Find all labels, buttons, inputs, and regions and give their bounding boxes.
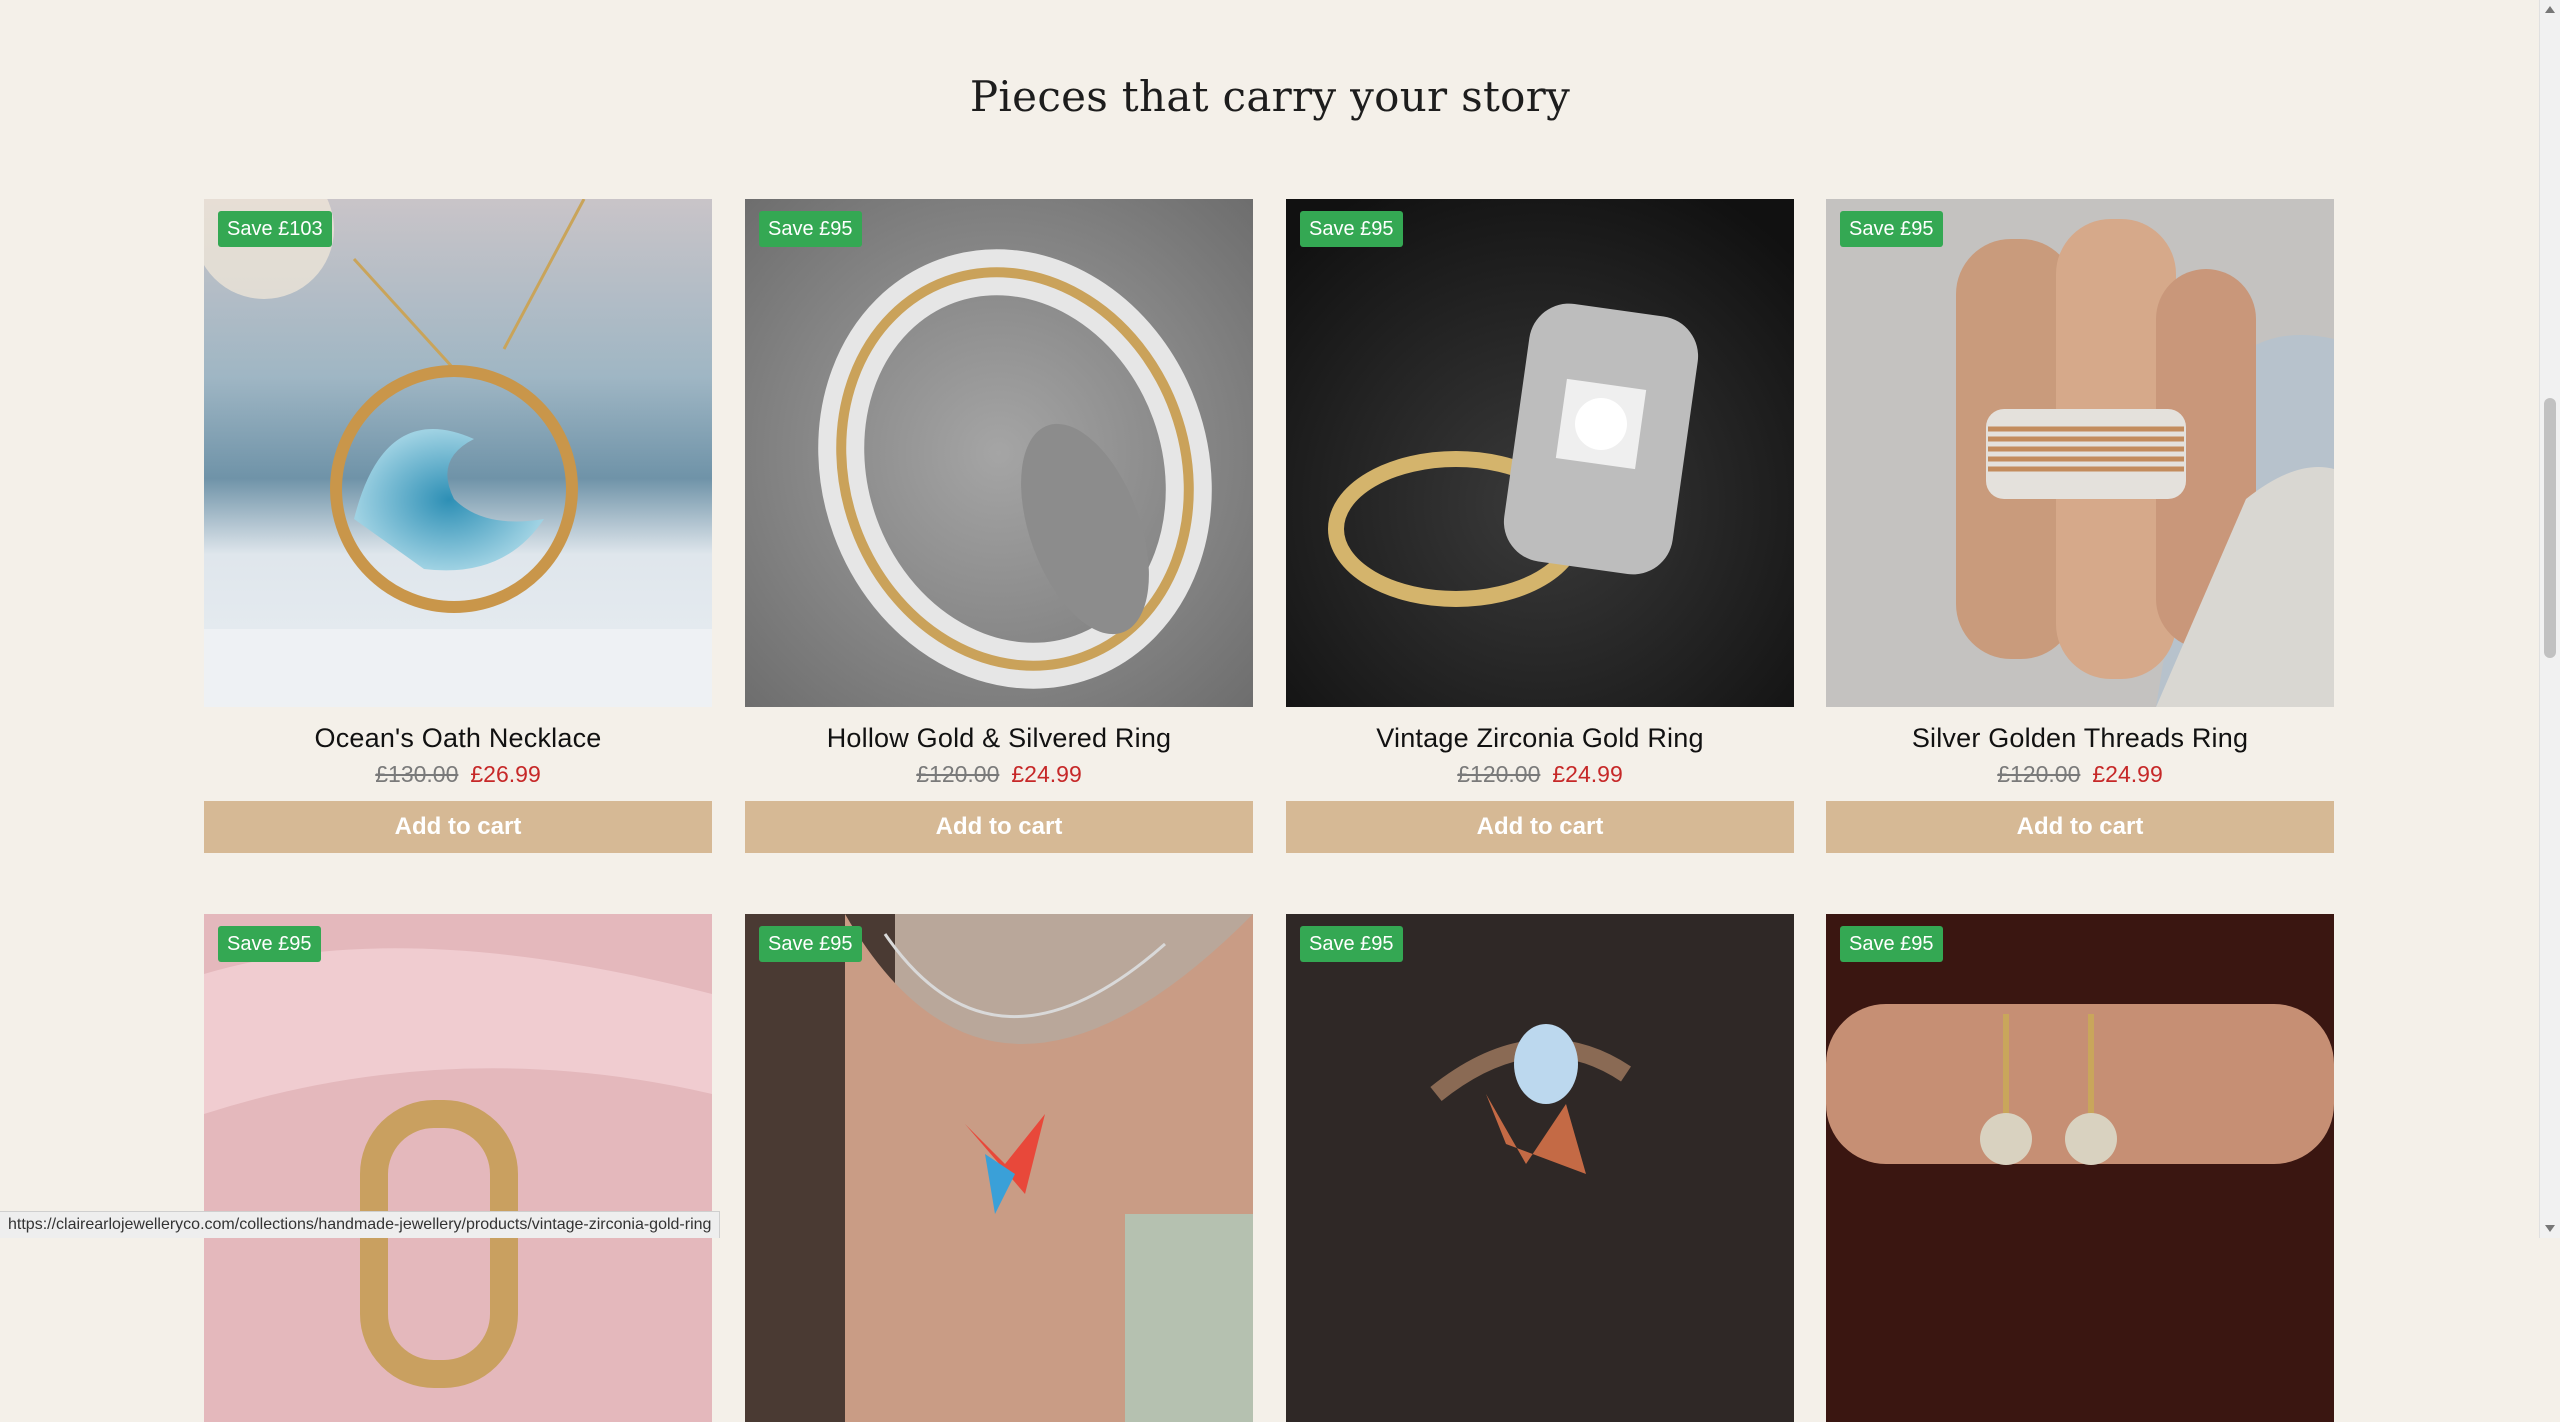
product-image-gold-band-ring[interactable]: Save £95 — [204, 914, 712, 1422]
price-row: £120.00 £24.99 — [745, 757, 1253, 791]
discount-badge: Save £95 — [1840, 211, 1943, 247]
add-to-cart-button[interactable]: Add to cart — [1826, 801, 2334, 853]
product-title[interactable]: Hollow Gold & Silvered Ring — [745, 719, 1253, 757]
scroll-up-icon[interactable] — [2545, 6, 2555, 13]
product-title[interactable]: Silver Golden Threads Ring — [1826, 719, 2334, 757]
product-image-vintage-ring[interactable]: Save £95 — [1286, 199, 1794, 707]
discount-badge: Save £95 — [218, 926, 321, 962]
product-card-hummingbird: Save £95 — [745, 914, 1253, 1422]
add-to-cart-button[interactable]: Add to cart — [1286, 801, 1794, 853]
product-card-vintage-zirconia-ring: Save £95 Vintage Zirconia Gold Ring £120… — [1286, 199, 1794, 853]
product-image-filigree-ring[interactable]: Save £95 — [745, 199, 1253, 707]
price-row: £120.00 £24.99 — [1286, 757, 1794, 791]
discount-badge: Save £103 — [218, 211, 332, 247]
product-card-oceans-oath: Save £103 Ocean's Oath Necklace £130.00 £… — [204, 199, 712, 853]
browser-status-bar: https://clairearlojewelleryco.com/collec… — [0, 1211, 721, 1238]
add-to-cart-button[interactable]: Add to cart — [745, 801, 1253, 853]
pearl-earrings-image — [1826, 914, 2334, 1422]
product-title[interactable]: Vintage Zirconia Gold Ring — [1286, 719, 1794, 757]
product-image-leaf-moonstone-ring[interactable]: Save £95 — [1286, 914, 1794, 1422]
original-price: £120.00 — [1997, 761, 2081, 787]
price-row: £120.00 £24.99 — [1826, 757, 2334, 791]
sale-price: £26.99 — [470, 761, 541, 787]
leaf-moonstone-ring-image — [1286, 914, 1794, 1422]
product-card-leaf-moonstone: Save £95 — [1286, 914, 1794, 1422]
original-price: £130.00 — [375, 761, 459, 787]
product-card-gold-band: Save £95 — [204, 914, 712, 1422]
scrollbar-thumb[interactable] — [2544, 398, 2556, 658]
discount-badge: Save £95 — [1840, 926, 1943, 962]
wave-necklace-image — [204, 199, 712, 707]
original-price: £120.00 — [1457, 761, 1541, 787]
product-image-threads-ring[interactable]: Save £95 — [1826, 199, 2334, 707]
sale-price: £24.99 — [1552, 761, 1623, 787]
price-row: £130.00 £26.99 — [204, 757, 712, 791]
threads-ring-image — [1826, 199, 2334, 707]
gold-band-ring-image — [204, 914, 712, 1422]
product-card-pearl-earrings: Save £95 — [1826, 914, 2334, 1422]
hummingbird-necklace-image — [745, 914, 1253, 1422]
sale-price: £24.99 — [2092, 761, 2163, 787]
product-image-pearl-earrings[interactable]: Save £95 — [1826, 914, 2334, 1422]
filigree-ring-image — [745, 199, 1253, 707]
product-image-wave-necklace[interactable]: Save £103 — [204, 199, 712, 707]
discount-badge: Save £95 — [759, 926, 862, 962]
discount-badge: Save £95 — [1300, 926, 1403, 962]
scroll-down-icon[interactable] — [2545, 1225, 2555, 1232]
discount-badge: Save £95 — [759, 211, 862, 247]
add-to-cart-button[interactable]: Add to cart — [204, 801, 712, 853]
sale-price: £24.99 — [1011, 761, 1082, 787]
vintage-ring-image — [1286, 199, 1794, 707]
product-card-hollow-gold-ring: Save £95 Hollow Gold & Silvered Ring £12… — [745, 199, 1253, 853]
discount-badge: Save £95 — [1300, 211, 1403, 247]
product-title[interactable]: Ocean's Oath Necklace — [204, 719, 712, 757]
product-card-silver-golden-threads: Save £95 Silver Golden Threads Ring £120… — [1826, 199, 2334, 853]
section-heading: Pieces that carry your story — [969, 72, 1571, 121]
original-price: £120.00 — [916, 761, 1000, 787]
page-scrollbar[interactable] — [2539, 0, 2560, 1238]
product-image-hummingbird-necklace[interactable]: Save £95 — [745, 914, 1253, 1422]
